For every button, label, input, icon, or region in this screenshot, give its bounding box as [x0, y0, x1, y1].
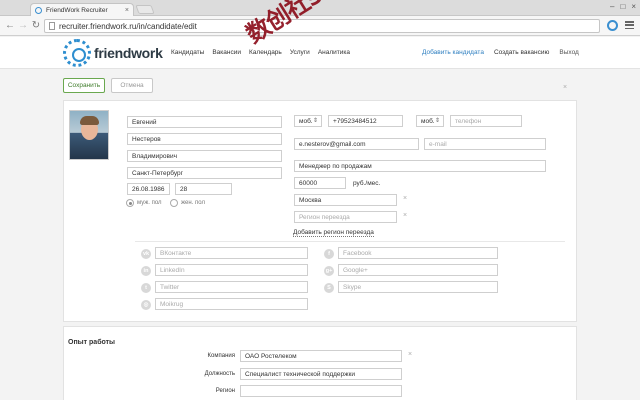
- moikrug-icon: ◎: [141, 300, 151, 310]
- extension-icon[interactable]: [607, 20, 618, 31]
- browser-tab[interactable]: FriendWork Recruiter ×: [30, 3, 134, 16]
- save-button[interactable]: Сохранить: [63, 78, 105, 93]
- divider: [135, 241, 565, 242]
- main-nav: Кандидаты Вакансии Календарь Услуги Анал…: [171, 49, 350, 56]
- window-close-icon[interactable]: ×: [631, 2, 636, 11]
- company-field[interactable]: ОАО Ростелеком: [240, 350, 402, 362]
- tab-close-icon[interactable]: ×: [125, 7, 129, 14]
- salary-unit: руб./мес.: [353, 180, 381, 187]
- site-header: friendwork Кандидаты Вакансии Календарь …: [0, 37, 640, 69]
- google-plus-icon: g+: [324, 266, 334, 276]
- relocation-region-input[interactable]: Регион переезда: [294, 211, 397, 223]
- nav-vacancies[interactable]: Вакансии: [212, 49, 241, 56]
- logout-link[interactable]: Выход: [559, 49, 578, 56]
- phone-type-value: моб.: [299, 117, 313, 125]
- region-label: Регион: [215, 388, 235, 394]
- last-name-field[interactable]: Нестеров: [127, 133, 282, 145]
- browser-menu-icon[interactable]: [625, 20, 634, 30]
- age-field[interactable]: 28: [175, 183, 232, 195]
- back-icon[interactable]: ←: [4, 20, 16, 31]
- nav-candidates[interactable]: Кандидаты: [171, 49, 204, 56]
- position-field[interactable]: Менеджер по продажам: [294, 160, 546, 172]
- remove-region-icon[interactable]: ×: [403, 195, 407, 202]
- select-arrow-icon: ⇕: [434, 118, 440, 124]
- relocation-region-field[interactable]: Москва: [294, 194, 397, 206]
- url-text: recruiter.friendwork.ru/in/candidate/edi…: [59, 21, 197, 31]
- salary-field[interactable]: 60000: [294, 177, 346, 189]
- nav-calendar[interactable]: Календарь: [249, 49, 282, 56]
- favicon-icon: [35, 6, 42, 14]
- birth-date-field[interactable]: 26.08.1986: [127, 183, 170, 195]
- city-field[interactable]: Санкт-Петербург: [127, 167, 282, 179]
- phone-type-select[interactable]: моб. ⇕: [294, 115, 322, 127]
- twitter-icon: t: [141, 283, 151, 293]
- page-icon: [49, 22, 55, 30]
- logo[interactable]: friendwork: [63, 39, 163, 67]
- header-actions: Добавить кандидата Создать вакансию Выхо…: [422, 49, 579, 56]
- phone2-field[interactable]: телефон: [450, 115, 522, 127]
- email2-field[interactable]: e-mail: [424, 138, 546, 150]
- middle-name-field[interactable]: Владимирович: [127, 150, 282, 162]
- radio-unselected-icon: [170, 199, 178, 207]
- position-label: Должность: [204, 371, 235, 377]
- nav-services[interactable]: Услуги: [290, 49, 310, 56]
- skype-icon: S: [324, 283, 334, 293]
- facebook-icon: f: [324, 249, 334, 259]
- email-field[interactable]: e.nesterov@gmail.com: [294, 138, 419, 150]
- cancel-button[interactable]: Отмена: [111, 78, 153, 93]
- phone2-type-select[interactable]: моб. ⇕: [416, 115, 444, 127]
- moikrug-field[interactable]: Moikrug: [155, 298, 308, 310]
- phone-field[interactable]: +79523484512: [328, 115, 403, 127]
- remove-region-input-icon[interactable]: ×: [403, 212, 407, 219]
- radio-selected-icon: [126, 199, 134, 207]
- browser-toolbar: ← → ↻ recruiter.friendwork.ru/in/candida…: [0, 16, 640, 36]
- window-controls: – □ ×: [610, 2, 636, 11]
- skype-field[interactable]: Skype: [338, 281, 498, 293]
- vk-field[interactable]: ВКонтакте: [155, 247, 308, 259]
- candidate-photo[interactable]: [69, 110, 109, 160]
- nav-analytics[interactable]: Аналитика: [318, 49, 350, 56]
- work-region-field[interactable]: [240, 385, 402, 397]
- new-tab-button[interactable]: [135, 5, 155, 14]
- close-form-icon[interactable]: ×: [563, 84, 567, 91]
- linkedin-icon: in: [141, 266, 151, 276]
- first-name-field[interactable]: Евгений: [127, 116, 282, 128]
- tab-title: FriendWork Recruiter: [46, 6, 108, 14]
- vk-icon: vk: [141, 249, 151, 259]
- maximize-icon[interactable]: □: [620, 2, 625, 11]
- phone2-type-value: моб.: [421, 117, 435, 125]
- work-section-title: Опыт работы: [68, 339, 116, 346]
- gender-female-radio[interactable]: жен. пол: [170, 199, 205, 207]
- gender-male-radio[interactable]: муж. пол: [126, 199, 162, 207]
- remove-company-icon[interactable]: ×: [408, 351, 412, 358]
- company-label: Компания: [207, 353, 235, 359]
- minimize-icon[interactable]: –: [610, 2, 614, 11]
- address-bar[interactable]: recruiter.friendwork.ru/in/candidate/edi…: [44, 19, 600, 33]
- linkedin-field[interactable]: LinkedIn: [155, 264, 308, 276]
- forward-icon[interactable]: →: [17, 20, 29, 31]
- select-arrow-icon: ⇕: [312, 118, 318, 124]
- reload-icon[interactable]: ↻: [30, 20, 42, 31]
- gender-female-label: жен. пол: [181, 200, 205, 206]
- gender-male-label: муж. пол: [137, 200, 162, 206]
- add-region-link[interactable]: Добавить регион переезда: [293, 229, 374, 237]
- google-plus-field[interactable]: Google+: [338, 264, 498, 276]
- work-position-field[interactable]: Специалист технической поддержки: [240, 368, 402, 380]
- facebook-field[interactable]: Facebook: [338, 247, 498, 259]
- logo-text: friendwork: [94, 45, 163, 61]
- twitter-field[interactable]: Twitter: [155, 281, 308, 293]
- create-vacancy-link[interactable]: Создать вакансию: [494, 49, 549, 56]
- add-candidate-link[interactable]: Добавить кандидата: [422, 49, 484, 56]
- logo-icon: [63, 39, 91, 67]
